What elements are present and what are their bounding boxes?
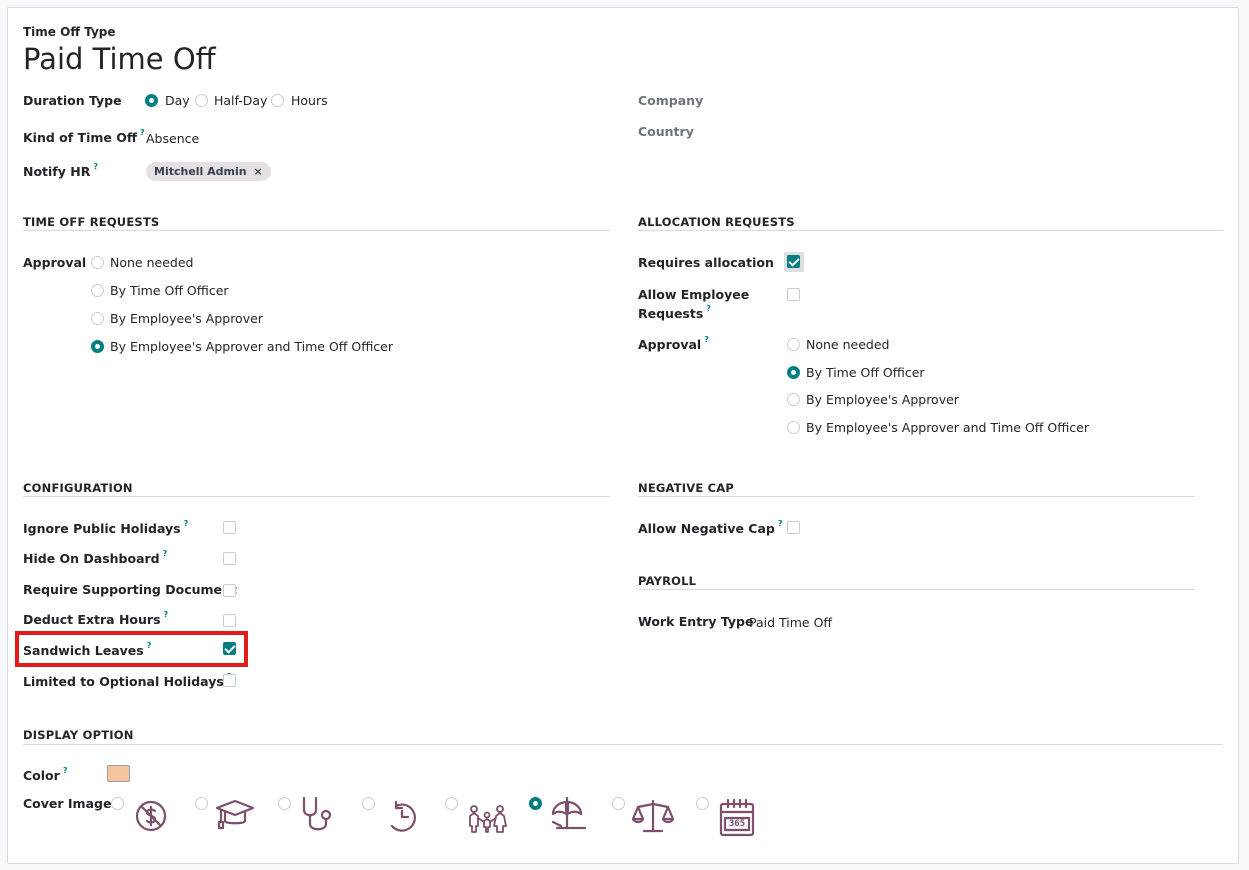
configuration-title: CONFIGURATION [23,481,133,495]
form-sheet: Time Off Type Paid Time Off Duration Typ… [7,7,1239,864]
color-swatch[interactable] [107,765,130,782]
cover-beach-radio[interactable] [529,797,542,810]
help-icon[interactable]: ? [63,766,68,775]
calendar-text: 365 [728,819,746,829]
tag-remove-icon[interactable]: × [253,165,262,178]
graduation-cap-icon[interactable] [214,796,256,832]
help-icon[interactable]: ? [164,610,169,619]
cover-family-radio[interactable] [445,797,458,810]
duration-halfday-label[interactable]: Half-Day [214,93,267,108]
hide-on-dashboard-label: Hide On Dashboard? [23,549,168,566]
deduct-extra-hours-checkbox[interactable] [223,614,236,627]
alloc-approval-approver-radio[interactable] [787,393,800,406]
alloc-approval-label: Approval? [638,335,709,352]
display-option-title: DISPLAY OPTION [23,728,134,742]
require-supporting-document-label: Require Supporting Document [23,582,237,597]
allow-employee-requests-label-2: Requests? [638,304,711,321]
balance-scale-icon[interactable] [632,798,674,836]
tag-label: Mitchell Admin [154,165,247,178]
country-label: Country [638,124,694,139]
deduct-extra-hours-label: Deduct Extra Hours? [23,610,169,627]
divider [23,230,610,231]
limited-optional-holidays-checkbox[interactable] [223,674,236,687]
work-entry-type-label: Work Entry Type [638,614,754,629]
requires-allocation-label: Requires allocation [638,255,774,270]
limited-optional-holidays-label: Limited to Optional Holidays? [23,672,231,689]
kind-of-time-off-value[interactable]: Absence [146,131,199,146]
cover-graduation-radio[interactable] [195,797,208,810]
allow-employee-requests-checkbox[interactable] [787,288,800,301]
time-off-requests-title: TIME OFF REQUESTS [23,215,160,229]
help-icon[interactable]: ? [93,162,98,171]
require-supporting-document-checkbox[interactable] [223,584,236,597]
type-caption: Time Off Type [23,25,116,39]
tor-approval-officer-label[interactable]: By Time Off Officer [110,283,229,298]
divider [23,744,1223,745]
duration-hours-label[interactable]: Hours [291,93,328,108]
help-icon[interactable]: ? [147,641,152,650]
allow-negative-cap-checkbox[interactable] [787,521,800,534]
allocation-requests-title: ALLOCATION REQUESTS [638,215,795,229]
sandwich-leaves-checkbox[interactable] [223,642,236,655]
duration-hours-radio[interactable] [271,94,284,107]
calendar-365-icon[interactable]: 365 [719,798,755,838]
alloc-approval-both-label[interactable]: By Employee's Approver and Time Off Offi… [806,420,1089,435]
beach-umbrella-icon[interactable] [549,796,587,836]
ignore-public-holidays-checkbox[interactable] [223,521,236,534]
duration-day-label[interactable]: Day [165,93,190,108]
divider [638,230,1223,231]
tor-approval-both-label[interactable]: By Employee's Approver and Time Off Offi… [110,339,393,354]
help-icon[interactable]: ? [706,304,711,313]
divider [23,496,610,497]
requires-allocation-checkbox[interactable] [787,255,800,268]
sandwich-leaves-label: Sandwich Leaves? [23,641,152,658]
alloc-approval-officer-label[interactable]: By Time Off Officer [806,365,925,380]
notify-hr-label: Notify HR? [23,162,98,179]
cover-image-label: Cover Image [23,796,112,811]
allow-employee-requests-label: Allow Employee [638,287,750,302]
color-label: Color? [23,766,68,783]
divider [638,496,1195,497]
alloc-approval-both-radio[interactable] [787,421,800,434]
help-icon[interactable]: ? [778,519,783,528]
cover-money-radio[interactable] [111,797,124,810]
divider [638,589,1195,590]
tor-approval-approver-radio[interactable] [91,312,104,325]
negative-cap-title: NEGATIVE CAP [638,481,734,495]
alloc-approval-officer-radio[interactable] [787,366,800,379]
page-title[interactable]: Paid Time Off [23,42,216,76]
kind-of-time-off-label: Kind of Time Off? [23,128,145,145]
duration-halfday-radio[interactable] [195,94,208,107]
ignore-public-holidays-label: Ignore Public Holidays? [23,519,189,536]
stethoscope-icon[interactable] [298,794,338,836]
money-icon[interactable] [133,798,169,834]
help-icon[interactable]: ? [184,519,189,528]
cover-balance-radio[interactable] [612,797,625,810]
help-icon[interactable]: ? [140,128,145,137]
alloc-approval-none-label[interactable]: None needed [806,337,889,352]
help-icon[interactable]: ? [704,335,709,344]
allow-negative-cap-label: Allow Negative Cap? [638,519,783,536]
duration-day-radio[interactable] [145,94,158,107]
tor-approval-approver-label[interactable]: By Employee's Approver [110,311,263,326]
history-icon[interactable] [384,798,420,834]
cover-history-radio[interactable] [362,797,375,810]
hide-on-dashboard-checkbox[interactable] [223,552,236,565]
tor-approval-none-label[interactable]: None needed [110,255,193,270]
alloc-approval-approver-label[interactable]: By Employee's Approver [806,392,959,407]
family-icon[interactable] [466,804,508,834]
cover-calendar-radio[interactable] [696,797,709,810]
payroll-title: PAYROLL [638,574,697,588]
company-label: Company [638,93,704,108]
tor-approval-none-radio[interactable] [91,256,104,269]
notify-hr-tag: Mitchell Admin × [146,162,271,181]
alloc-approval-none-radio[interactable] [787,338,800,351]
tor-approval-label: Approval [23,255,87,270]
cover-stethoscope-radio[interactable] [278,797,291,810]
tor-approval-officer-radio[interactable] [91,284,104,297]
help-icon[interactable]: ? [163,549,168,558]
work-entry-type-value[interactable]: Paid Time Off [749,615,832,630]
duration-type-label: Duration Type [23,93,122,108]
tor-approval-both-radio[interactable] [91,340,104,353]
